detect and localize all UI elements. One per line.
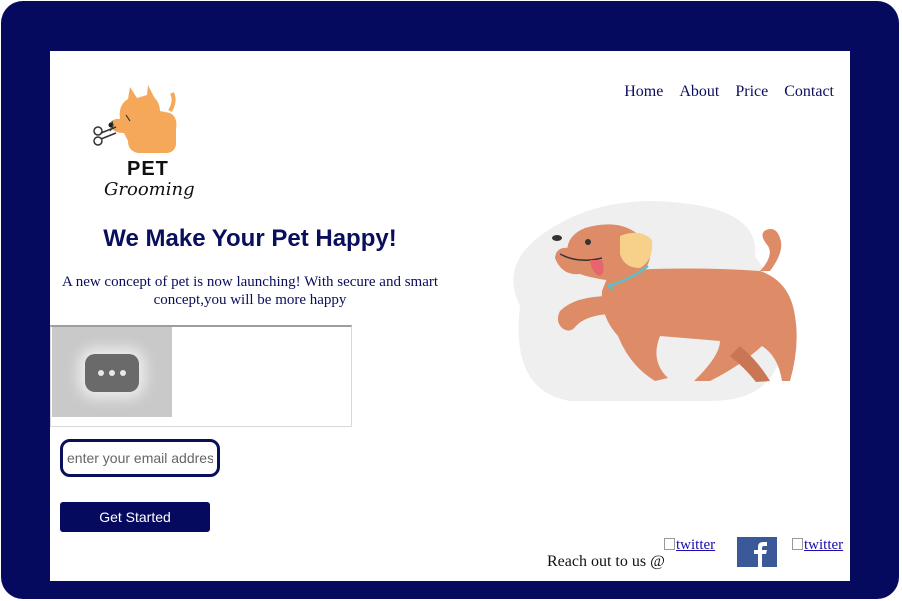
nav-contact[interactable]: Contact bbox=[784, 83, 834, 101]
main-nav: Home About Price Contact bbox=[624, 83, 834, 101]
hero-description: A new concept of pet is now launching! W… bbox=[61, 274, 439, 308]
nav-about[interactable]: About bbox=[679, 83, 719, 101]
email-input[interactable] bbox=[60, 439, 220, 477]
window: PET Grooming Home About Price Contact We… bbox=[0, 0, 902, 601]
twitter-link-2[interactable]: twitter bbox=[792, 537, 843, 554]
hero-title: We Make Your Pet Happy! bbox=[103, 225, 397, 252]
twitter-alt-text-1: twitter bbox=[676, 537, 716, 553]
more-options-icon[interactable] bbox=[85, 354, 139, 392]
nav-home[interactable]: Home bbox=[624, 83, 663, 101]
landing-page: PET Grooming Home About Price Contact We… bbox=[50, 51, 850, 581]
twitter-link-1[interactable]: twitter bbox=[664, 537, 715, 554]
get-started-button[interactable]: Get Started bbox=[60, 502, 210, 532]
broken-image-icon bbox=[664, 538, 675, 550]
video-thumbnail bbox=[52, 327, 172, 417]
broken-image-icon bbox=[792, 538, 803, 550]
reach-out-text: Reach out to us @ bbox=[547, 553, 665, 570]
dog-illustration bbox=[513, 201, 797, 401]
nav-price[interactable]: Price bbox=[735, 83, 768, 101]
video-embed[interactable] bbox=[50, 325, 352, 427]
logo-text-pet: PET bbox=[127, 158, 169, 180]
logo-text-grooming: Grooming bbox=[104, 179, 195, 200]
facebook-link[interactable] bbox=[737, 537, 777, 567]
twitter-alt-text-2: twitter bbox=[804, 537, 844, 553]
facebook-icon bbox=[737, 537, 777, 567]
